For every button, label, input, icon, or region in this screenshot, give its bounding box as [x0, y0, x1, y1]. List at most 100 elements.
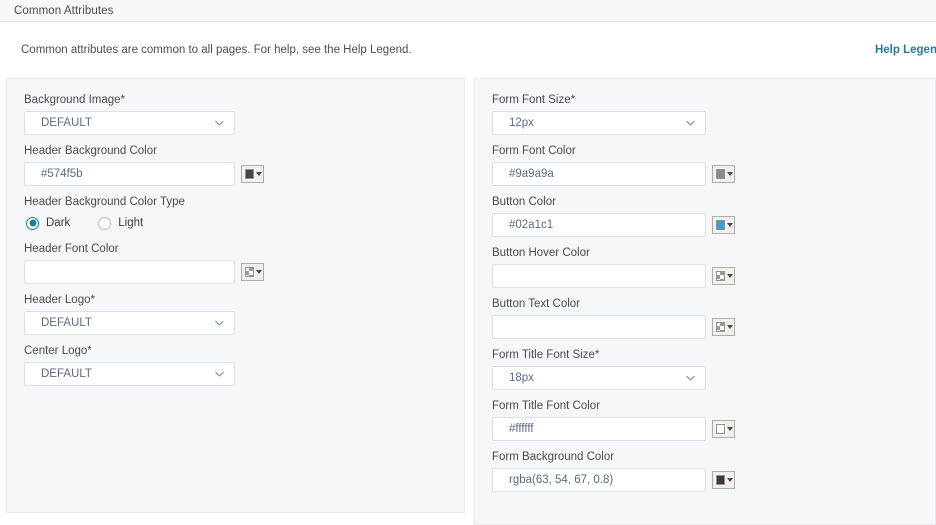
right-attributes-panel: Form Font Size* 12px Form Font Color #9a9a9…: [474, 78, 936, 525]
select-form-font-size[interactable]: 12px: [492, 111, 706, 135]
dropdown-arrow-icon: [726, 172, 733, 176]
color-swatch-chip: [714, 474, 726, 486]
chevron-down-icon: [685, 373, 696, 384]
input-form-title-font-color[interactable]: #ffffff: [492, 417, 706, 441]
field-label-button-text-color: Button Text Color: [492, 298, 581, 310]
select-background-image[interactable]: DEFAULT: [24, 111, 235, 135]
chevron-down-icon: [214, 369, 225, 380]
field-form-background-color: Form Background Color rgba(63, 54, 67, 0.…: [492, 450, 918, 492]
field-label-form-title-font-size: Form Title Font Size*: [492, 349, 600, 361]
field-label-form-background-color: Form Background Color: [492, 451, 615, 463]
field-row: #574f5b: [24, 162, 447, 186]
select-value: DEFAULT: [41, 368, 92, 380]
field-row: [492, 264, 918, 288]
dropdown-arrow-icon: [255, 172, 262, 176]
input-form-font-color[interactable]: #9a9a9a: [492, 162, 706, 186]
color-swatch-button-header-background-color[interactable]: [241, 165, 264, 183]
input-header-background-color[interactable]: #574f5b: [24, 162, 235, 186]
field-form-font-size: Form Font Size* 12px: [492, 93, 918, 135]
color-swatch-chip: [243, 266, 255, 278]
attributes-panels: Background Image* DEFAULT Header Backgroun…: [0, 78, 936, 525]
left-attributes-panel: Background Image* DEFAULT Header Backgroun…: [6, 78, 465, 513]
color-swatch-button-form-font-color[interactable]: [712, 165, 735, 183]
color-swatch-button-button-text-color[interactable]: [712, 318, 735, 336]
select-header-logo[interactable]: DEFAULT: [24, 311, 235, 335]
field-form-title-font-size: Form Title Font Size* 18px: [492, 348, 918, 390]
field-label-header-background-color-type: Header Background Color Type: [24, 196, 185, 208]
field-header-background-color: Header Background Color #574f5b: [24, 144, 447, 186]
field-center-logo: Center Logo* DEFAULT: [24, 344, 447, 386]
color-swatch-chip: [714, 219, 726, 231]
dropdown-arrow-icon: [726, 427, 733, 431]
field-row: #02a1c1: [492, 213, 918, 237]
description-text: Common attributes are common to all page…: [21, 44, 412, 56]
dropdown-arrow-icon: [726, 325, 733, 329]
radio-mark[interactable]: [98, 216, 112, 230]
field-row: DEFAULT: [24, 311, 447, 335]
select-value: DEFAULT: [41, 117, 92, 129]
radio-mark[interactable]: [26, 216, 39, 230]
radio-label: Dark: [46, 217, 71, 229]
input-form-background-color[interactable]: rgba(63, 54, 67, 0.8): [492, 468, 706, 492]
field-label-button-color: Button Color: [492, 196, 556, 208]
select-form-title-font-size[interactable]: 18px: [492, 366, 706, 390]
radio-option-light[interactable]: Light: [98, 216, 143, 230]
field-button-text-color: Button Text Color: [492, 297, 918, 339]
radio-group-header-background-color-type: Dark Light: [24, 213, 447, 233]
input-button-hover-color[interactable]: [492, 264, 706, 288]
dropdown-arrow-icon: [726, 223, 733, 227]
field-row: [492, 315, 918, 339]
field-form-title-font-color: Form Title Font Color #ffffff: [492, 399, 918, 441]
field-label-form-font-color: Form Font Color: [492, 145, 576, 157]
field-row: 12px: [492, 111, 918, 135]
color-swatch-button-button-hover-color[interactable]: [712, 267, 735, 285]
color-swatch-button-header-font-color[interactable]: [241, 263, 264, 281]
field-row: #ffffff: [492, 417, 918, 441]
input-button-text-color[interactable]: [492, 315, 706, 339]
select-value: 12px: [509, 117, 534, 129]
section-header: Common Attributes: [0, 0, 936, 22]
input-button-color[interactable]: #02a1c1: [492, 213, 706, 237]
field-label-form-title-font-color: Form Title Font Color: [492, 400, 600, 412]
color-swatch-chip: [243, 168, 255, 180]
field-label-header-font-color: Header Font Color: [24, 243, 119, 255]
dropdown-arrow-icon: [726, 478, 733, 482]
field-label-form-font-size: Form Font Size*: [492, 94, 576, 106]
color-swatch-chip: [714, 270, 726, 282]
field-label-header-background-color: Header Background Color: [24, 145, 157, 157]
select-value: DEFAULT: [41, 317, 92, 329]
select-value: 18px: [509, 372, 534, 384]
field-form-font-color: Form Font Color #9a9a9a: [492, 144, 918, 186]
field-header-logo: Header Logo* DEFAULT: [24, 293, 447, 335]
description-strip: Common attributes are common to all page…: [0, 22, 936, 78]
field-row: [24, 260, 447, 284]
color-swatch-button-button-color[interactable]: [712, 216, 735, 234]
input-header-font-color[interactable]: [24, 260, 235, 284]
radio-option-dark[interactable]: Dark: [26, 216, 71, 230]
color-swatch-chip: [714, 168, 726, 180]
select-center-logo[interactable]: DEFAULT: [24, 362, 235, 386]
field-header-background-color-type: Header Background Color Type Dark Light: [24, 195, 447, 233]
section-header-title: Common Attributes: [14, 4, 114, 17]
help-legend-link[interactable]: Help Legend: [875, 44, 936, 56]
color-swatch-button-form-title-font-color[interactable]: [712, 420, 735, 438]
field-label-background-image: Background Image*: [24, 94, 126, 106]
field-label-button-hover-color: Button Hover Color: [492, 247, 590, 259]
field-button-color: Button Color #02a1c1: [492, 195, 918, 237]
field-header-font-color: Header Font Color: [24, 242, 447, 284]
chevron-down-icon: [214, 318, 225, 329]
color-swatch-chip: [714, 423, 726, 435]
field-label-header-logo: Header Logo*: [24, 294, 95, 306]
field-label-center-logo: Center Logo*: [24, 345, 92, 357]
chevron-down-icon: [685, 118, 696, 129]
field-row: 18px: [492, 366, 918, 390]
field-background-image: Background Image* DEFAULT: [24, 93, 447, 135]
field-row: DEFAULT: [24, 362, 447, 386]
color-swatch-button-form-background-color[interactable]: [712, 471, 735, 489]
color-swatch-chip: [714, 321, 726, 333]
dropdown-arrow-icon: [726, 274, 733, 278]
chevron-down-icon: [214, 118, 225, 129]
field-button-hover-color: Button Hover Color: [492, 246, 918, 288]
dropdown-arrow-icon: [255, 270, 262, 274]
field-row: DEFAULT: [24, 111, 447, 135]
